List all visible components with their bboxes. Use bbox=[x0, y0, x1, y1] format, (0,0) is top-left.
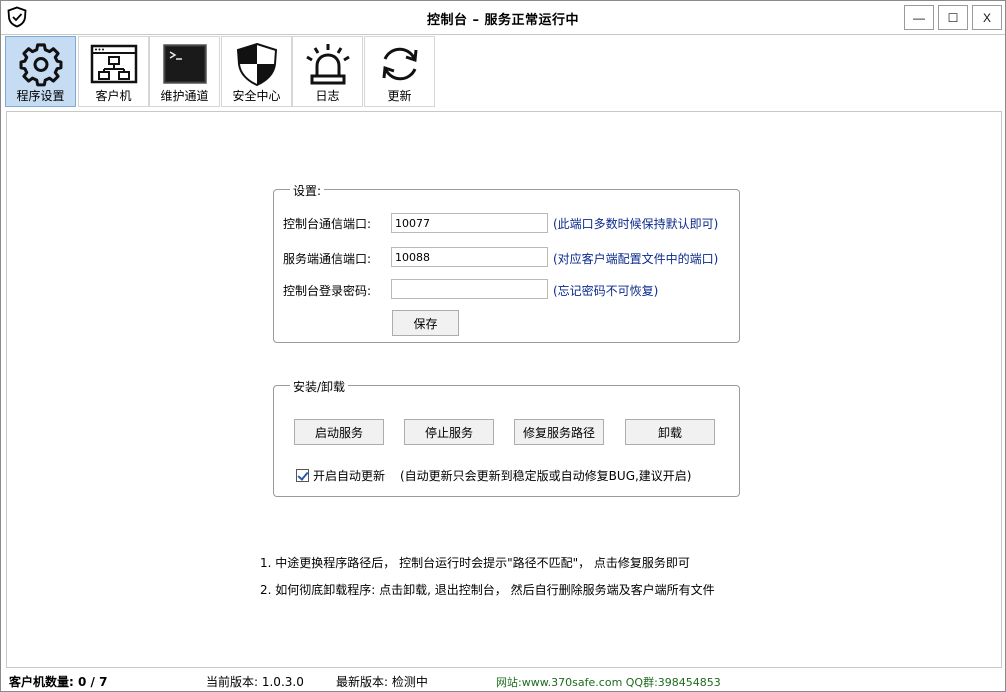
password-hint: (忘记密码不可恢复) bbox=[553, 284, 659, 298]
network-window-icon bbox=[90, 44, 137, 84]
server-port-hint: (对应客户端配置文件中的端口) bbox=[553, 252, 719, 266]
note-repair-path: 1. 中途更换程序路径后， 控制台运行时会提示"路径不匹配"， 点击修复服务即可 bbox=[260, 556, 690, 570]
start-service-button[interactable]: 启动服务 bbox=[294, 419, 384, 445]
tool-label: 程序设置 bbox=[16, 89, 65, 103]
tool-label: 客户机 bbox=[95, 89, 132, 103]
save-button[interactable]: 保存 bbox=[392, 310, 459, 336]
tool-log[interactable]: 日志 bbox=[292, 36, 363, 107]
tool-label: 日志 bbox=[315, 89, 340, 103]
latest-version: 最新版本: 检测中 bbox=[336, 675, 428, 689]
tool-security-center[interactable]: 安全中心 bbox=[221, 36, 292, 107]
tool-label: 更新 bbox=[387, 89, 412, 103]
install-group: 安装/卸载 启动服务 停止服务 修复服务路径 卸载 开启自动更新 (自动更新只会… bbox=[273, 378, 740, 497]
shield-icon bbox=[236, 42, 277, 87]
settings-group: 设置: 控制台通信端口: (此端口多数时候保持默认即可) 服务端通信端口: (对… bbox=[273, 182, 740, 343]
tool-update[interactable]: 更新 bbox=[364, 36, 435, 107]
status-bar: 客户机数量: 0 / 7 当前版本: 1.0.3.0 最新版本: 检测中 网站:… bbox=[1, 670, 1005, 691]
password-input[interactable] bbox=[391, 279, 548, 299]
settings-group-title: 设置: bbox=[290, 182, 325, 199]
close-button[interactable]: X bbox=[972, 5, 1002, 30]
tool-label: 维护通道 bbox=[160, 89, 209, 103]
gear-icon bbox=[19, 43, 62, 87]
settings-panel: 设置: 控制台通信端口: (此端口多数时候保持默认即可) 服务端通信端口: (对… bbox=[6, 111, 1002, 668]
auto-update-hint: (自动更新只会更新到稳定版或自动修复BUG,建议开启) bbox=[400, 469, 692, 483]
auto-update-checkbox[interactable] bbox=[296, 469, 309, 482]
console-port-input[interactable] bbox=[391, 213, 548, 233]
uninstall-button[interactable]: 卸载 bbox=[625, 419, 715, 445]
tool-label: 安全中心 bbox=[232, 89, 281, 103]
console-port-label: 控制台通信端口: bbox=[283, 217, 372, 231]
tool-maintenance-channel[interactable]: 维护通道 bbox=[149, 36, 220, 107]
terminal-icon bbox=[162, 44, 207, 84]
stop-service-button[interactable]: 停止服务 bbox=[404, 419, 494, 445]
alarm-light-icon bbox=[305, 44, 350, 85]
minimize-button[interactable]: — bbox=[904, 5, 934, 30]
title-bar: 控制台 – 服务正常运行中 — ☐ X bbox=[1, 1, 1005, 34]
refresh-icon bbox=[382, 47, 417, 81]
maximize-button[interactable]: ☐ bbox=[938, 5, 968, 30]
client-count: 客户机数量: 0 / 7 bbox=[9, 675, 108, 689]
title-divider bbox=[1, 34, 1005, 35]
tool-clients[interactable]: 客户机 bbox=[78, 36, 149, 107]
auto-update-option[interactable]: 开启自动更新 bbox=[296, 467, 385, 484]
password-label: 控制台登录密码: bbox=[283, 284, 372, 298]
server-port-label: 服务端通信端口: bbox=[283, 252, 372, 266]
note-full-uninstall: 2. 如何彻底卸载程序: 点击卸载, 退出控制台， 然后自行删除服务端及客户端所… bbox=[260, 583, 715, 597]
console-port-hint: (此端口多数时候保持默认即可) bbox=[553, 217, 719, 231]
window-title: 控制台 – 服务正常运行中 bbox=[426, 13, 580, 28]
auto-update-label: 开启自动更新 bbox=[313, 469, 386, 483]
server-port-input[interactable] bbox=[391, 247, 548, 267]
repair-service-path-button[interactable]: 修复服务路径 bbox=[514, 419, 604, 445]
website-info[interactable]: 网站:www.370safe.com QQ群:398454853 bbox=[496, 674, 721, 690]
tool-program-settings[interactable]: 程序设置 bbox=[5, 36, 76, 107]
main-window: 控制台 – 服务正常运行中 — ☐ X 程序设置 客户机 维护通道 安全中心 日… bbox=[0, 0, 1006, 692]
current-version: 当前版本: 1.0.3.0 bbox=[206, 675, 304, 689]
install-group-title: 安装/卸载 bbox=[290, 378, 349, 395]
